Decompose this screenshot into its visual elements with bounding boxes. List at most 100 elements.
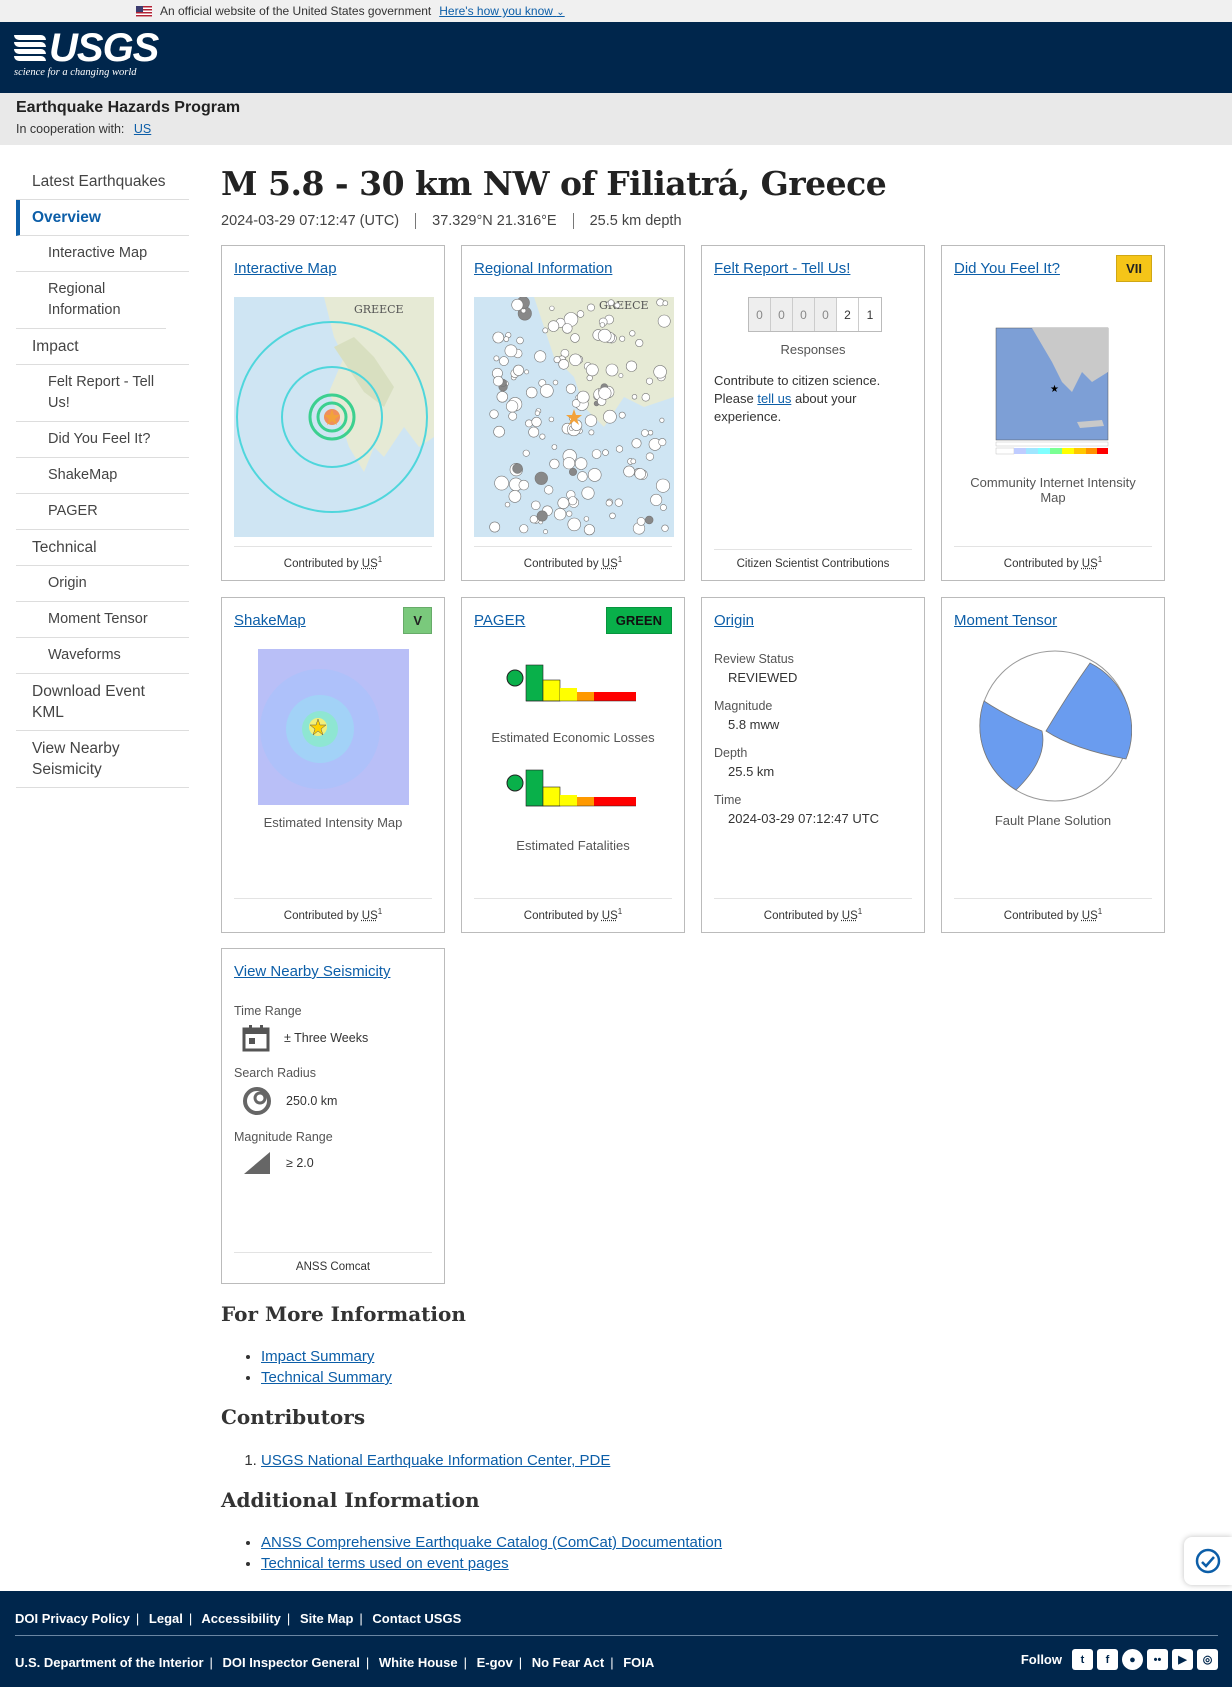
earthquake-marker bbox=[587, 303, 595, 312]
cooperation-label: In cooperation with: bbox=[16, 122, 125, 136]
facebook-icon[interactable]: f bbox=[1097, 1649, 1118, 1670]
accessibility-link[interactable]: Accessibility bbox=[201, 1611, 281, 1626]
dyfi-map-thumbnail[interactable]: ★ bbox=[992, 312, 1116, 462]
earthquake-marker bbox=[558, 359, 569, 370]
sidebar-item-pager[interactable]: PAGER bbox=[16, 494, 189, 530]
shakemap-link[interactable]: ShakeMap bbox=[234, 612, 306, 629]
heres-how-you-know-link[interactable]: Here's how you know ⌄ bbox=[439, 4, 564, 18]
felt-report-card[interactable]: Felt Report - Tell Us! 0 0 0 0 2 1 Respo… bbox=[701, 245, 925, 581]
sidebar-item-origin[interactable]: Origin bbox=[16, 566, 189, 602]
pager-link[interactable]: PAGER bbox=[474, 612, 525, 629]
github-icon[interactable]: ● bbox=[1122, 1649, 1143, 1670]
magnitude-value: 5.8 mww bbox=[728, 717, 780, 732]
egov-link[interactable]: E-gov bbox=[477, 1655, 513, 1670]
sidebar-item-impact[interactable]: Impact bbox=[16, 329, 189, 365]
earthquake-marker bbox=[528, 426, 540, 438]
sidebar-item-overview[interactable]: Overview bbox=[16, 200, 189, 236]
earthquake-marker bbox=[619, 335, 626, 342]
interactive-map-label: GREECE bbox=[354, 303, 404, 316]
earthquake-marker bbox=[522, 449, 530, 457]
earthquake-marker bbox=[583, 516, 590, 522]
site-header: USGS science for a changing world bbox=[0, 22, 1232, 93]
nearby-seismicity-link[interactable]: View Nearby Seismicity bbox=[234, 963, 390, 980]
sidebar-item-did-you-feel-it[interactable]: Did You Feel It? bbox=[16, 422, 189, 458]
foia-link[interactable]: FOIA bbox=[623, 1655, 654, 1670]
sidebar-item-download-kml[interactable]: Download Event KML bbox=[16, 674, 189, 731]
footer-divider bbox=[15, 1635, 1218, 1636]
white-house-link[interactable]: White House bbox=[379, 1655, 458, 1670]
follow-label: Follow bbox=[1020, 1652, 1062, 1667]
earthquake-marker bbox=[489, 409, 499, 419]
response-counter: 0 0 0 0 2 1 bbox=[748, 297, 882, 332]
earthquake-marker bbox=[599, 322, 606, 328]
sidebar-item-shakemap[interactable]: ShakeMap bbox=[16, 458, 189, 494]
contact-usgs-link[interactable]: Contact USGS bbox=[372, 1611, 461, 1626]
site-map-link[interactable]: Site Map bbox=[300, 1611, 353, 1626]
pager-alert-badge: GREEN bbox=[605, 607, 672, 634]
event-title: M 5.8 - 30 km NW of Filiatrá, Greece bbox=[221, 164, 887, 203]
feedback-button[interactable] bbox=[1184, 1537, 1232, 1585]
comcat-docs-link[interactable]: ANSS Comprehensive Earthquake Catalog (C… bbox=[261, 1534, 722, 1551]
magnitude-range-row: ≥ 2.0 bbox=[242, 1150, 432, 1176]
sidebar-item-waveforms[interactable]: Waveforms bbox=[16, 638, 189, 674]
interactive-map-link[interactable]: Interactive Map bbox=[234, 260, 337, 277]
earthquake-marker bbox=[549, 458, 560, 469]
shakemap-thumbnail[interactable] bbox=[258, 649, 409, 805]
earthquake-marker bbox=[618, 373, 624, 378]
magnitude-ramp-icon bbox=[244, 1152, 270, 1174]
contributor-link[interactable]: USGS National Earthquake Information Cen… bbox=[261, 1452, 610, 1469]
beachball-diagram[interactable] bbox=[978, 649, 1133, 806]
interactive-map-card[interactable]: Interactive Map GREECE Contributed by US… bbox=[221, 245, 445, 581]
instagram-icon[interactable]: ◎ bbox=[1197, 1649, 1218, 1670]
review-status-label: Review Status bbox=[714, 652, 794, 666]
regional-map-thumbnail[interactable]: GREECE bbox=[474, 297, 674, 537]
regional-information-card[interactable]: Regional Information GREECE Contributed … bbox=[461, 245, 685, 581]
sidebar-item-regional-information[interactable]: Regional Information bbox=[16, 272, 166, 329]
doi-inspector-link[interactable]: DOI Inspector General bbox=[223, 1655, 360, 1670]
doi-link[interactable]: U.S. Department of the Interior bbox=[15, 1655, 204, 1670]
technical-terms-link[interactable]: Technical terms used on event pages bbox=[261, 1555, 509, 1572]
magnitude-range-value: ≥ 2.0 bbox=[286, 1156, 314, 1170]
sidebar-item-latest-earthquakes[interactable]: Latest Earthquakes bbox=[16, 164, 189, 200]
earthquake-marker bbox=[512, 364, 524, 376]
pager-losses-caption: Estimated Economic Losses bbox=[491, 730, 655, 745]
no-fear-act-link[interactable]: No Fear Act bbox=[532, 1655, 604, 1670]
legal-link[interactable]: Legal bbox=[149, 1611, 183, 1626]
earthquake-marker bbox=[569, 467, 578, 476]
earthquake-marker bbox=[531, 416, 542, 428]
sidebar-item-nearby-seismicity[interactable]: View Nearby Seismicity bbox=[16, 731, 189, 788]
program-title[interactable]: Earthquake Hazards Program bbox=[16, 99, 1216, 117]
usgs-logo[interactable]: USGS science for a changing world bbox=[14, 28, 159, 78]
interactive-map-thumbnail[interactable]: GREECE bbox=[234, 297, 434, 537]
cooperation-link[interactable]: US bbox=[134, 122, 151, 136]
impact-summary-link[interactable]: Impact Summary bbox=[261, 1348, 374, 1365]
twitter-icon[interactable]: t bbox=[1072, 1649, 1093, 1670]
sidebar-item-moment-tensor[interactable]: Moment Tensor bbox=[16, 602, 189, 638]
pager-card[interactable]: PAGER GREEN Estimated Economic Losses Es… bbox=[461, 597, 685, 933]
youtube-icon[interactable]: ▶ bbox=[1172, 1649, 1193, 1670]
dyfi-card[interactable]: Did You Feel It? VII ★ Community Interne… bbox=[941, 245, 1165, 581]
regional-information-link[interactable]: Regional Information bbox=[474, 260, 612, 277]
card-footer: ANSS Comcat bbox=[234, 1252, 432, 1273]
shakemap-card[interactable]: ShakeMap V Estimated Intensity Map Contr… bbox=[221, 597, 445, 933]
nearby-seismicity-card[interactable]: View Nearby Seismicity Time Range ± Thre… bbox=[221, 948, 445, 1284]
origin-link[interactable]: Origin bbox=[714, 612, 754, 629]
program-bar: Earthquake Hazards Program In cooperatio… bbox=[0, 93, 1232, 145]
earthquake-marker bbox=[531, 500, 541, 511]
sidebar-item-technical[interactable]: Technical bbox=[16, 530, 189, 566]
dyfi-link[interactable]: Did You Feel It? bbox=[954, 260, 1060, 277]
sidebar-item-interactive-map[interactable]: Interactive Map bbox=[16, 236, 189, 272]
origin-card[interactable]: Origin Review Status REVIEWED Magnitude … bbox=[701, 597, 925, 933]
technical-summary-link[interactable]: Technical Summary bbox=[261, 1369, 392, 1386]
felt-report-link[interactable]: Felt Report - Tell Us! bbox=[714, 260, 850, 277]
earthquake-marker bbox=[631, 438, 642, 449]
earthquake-marker bbox=[586, 363, 599, 377]
card-footer: Contributed by US1 bbox=[954, 546, 1152, 570]
flickr-icon[interactable]: •• bbox=[1147, 1649, 1168, 1670]
moment-tensor-card[interactable]: Moment Tensor Fault Plane Solution Contr… bbox=[941, 597, 1165, 933]
tell-us-link[interactable]: tell us bbox=[757, 391, 791, 406]
card-footer: Contributed by US1 bbox=[714, 898, 912, 922]
moment-tensor-link[interactable]: Moment Tensor bbox=[954, 612, 1057, 629]
doi-privacy-link[interactable]: DOI Privacy Policy bbox=[15, 1611, 130, 1626]
sidebar-item-felt-report[interactable]: Felt Report - Tell Us! bbox=[16, 365, 189, 422]
